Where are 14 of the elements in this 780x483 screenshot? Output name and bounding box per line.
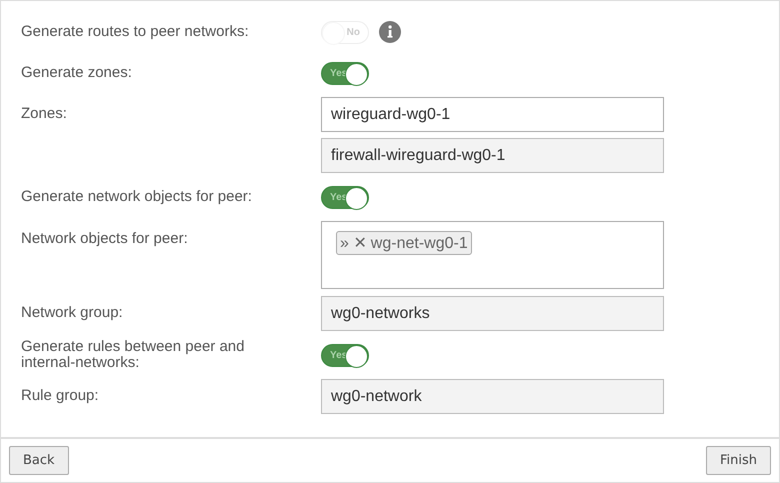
info-icon[interactable] (379, 21, 401, 43)
finish-button[interactable]: Finish (706, 446, 771, 475)
input-field[interactable]: wireguard-wg0-1 (321, 97, 664, 132)
field-label: Network objects for peer: (21, 229, 189, 247)
field-label: Zones: (21, 104, 68, 122)
field-label: Network group: (21, 303, 124, 321)
field-label: Rule group: (21, 386, 100, 404)
field-label: Generate rules between peer and internal-networks: (21, 339, 246, 371)
field-label: Generate network objects for peer: (21, 189, 253, 205)
tag-chip[interactable]: » ✕ wg-net-wg0-1 (336, 231, 472, 255)
field-label: Generate zones: (21, 65, 133, 81)
tag-field[interactable]: » ✕ wg-net-wg0-1 (321, 221, 664, 289)
field-label: Generate routes to peer networks: (21, 24, 250, 40)
back-button[interactable]: Back (9, 446, 69, 475)
